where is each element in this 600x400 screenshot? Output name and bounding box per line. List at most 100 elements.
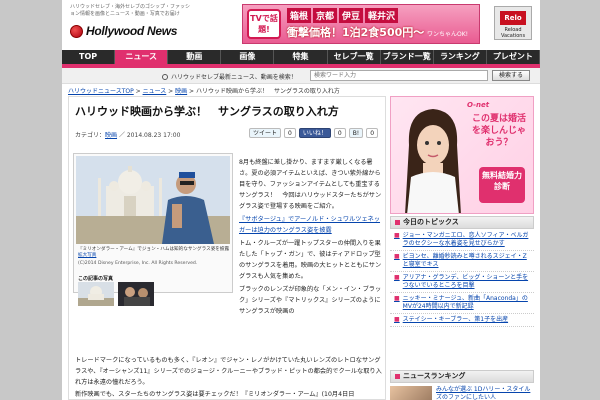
search-button[interactable]: 検索する <box>492 70 530 81</box>
ad-brand: O-net <box>467 101 490 109</box>
square-icon <box>395 373 400 379</box>
sidebar: O-net この夏は婚活を楽しんじゃおう？ 無料結婚力診断 今日のトピックス ■… <box>390 96 534 400</box>
bullet-icon: ■ <box>394 232 400 239</box>
bookmark-button[interactable]: B! <box>348 128 364 138</box>
ranking-item[interactable]: みんなが選ぶ 1Dハリー・スタイルズのファンにしたい人 <box>390 386 534 400</box>
article-body-column: 8月も終盤に差し掛かり、ますます厳しくなる暑さ。夏の必須アイテムといえば、きつい… <box>239 157 383 319</box>
nav-features[interactable]: 特集 <box>274 50 328 64</box>
logo-globe-icon <box>70 24 83 38</box>
nav-brands[interactable]: ブランド一覧 <box>381 50 434 64</box>
nav-celebs[interactable]: セレブ一覧 <box>328 50 381 64</box>
breadcrumb-top[interactable]: ハリウッドニュースTOP <box>68 88 134 95</box>
search-row: ハリウッドセレブ最新ニュース、動画を検索！ 検索する <box>62 68 540 84</box>
ranking-title-text: ニュースランキング <box>403 372 466 380</box>
breadcrumb: ハリウッドニュースTOP > ニュース > 映画 > ハリウッド映画から学ぶ！ … <box>68 86 340 95</box>
breadcrumb-sep: > <box>166 88 176 95</box>
topic-text: アリアナ・グランデ、ビッグ・ショーンと手をつないでいるところを目撃 <box>402 274 529 289</box>
article-paragraph: 新作映画でも、スターたちのサングラス姿は要チェックだ！『ミリオンダラー・アーム』… <box>75 391 355 398</box>
related-photo-thumb[interactable] <box>78 282 114 306</box>
breadcrumb-sep: > <box>187 88 196 95</box>
sidebar-ad[interactable]: O-net この夏は婚活を楽しんじゃおう？ 無料結婚力診断 <box>390 96 534 214</box>
article-panel: ハリウッド映画から学ぶ！ サングラスの取り入れ方 カテゴリ：映画 ／ 2014.… <box>68 96 386 400</box>
list-item[interactable]: ■ ジョー・マンガニエロ、恋人ソフィア・ベルガラのセクシーな水着姿を見せびらかす <box>390 230 534 251</box>
nav-present[interactable]: プレゼント <box>487 50 540 64</box>
breadcrumb-current: ハリウッド映画から学ぶ！ サングラスの取り入れ方 <box>195 88 340 95</box>
breadcrumb-news[interactable]: ニュース <box>143 88 167 95</box>
site-tagline: ハリウッドセレブ・海外セレブのゴシップ・ファッション情報を画像とニュース・動画・… <box>70 4 191 17</box>
article-paragraph: トム・クルーズが一躍トップスターの仲間入りを果たした「トップ・ガン」で、彼はティ… <box>239 240 382 280</box>
ad-model-image <box>405 109 461 213</box>
logo-text: Hollywood News <box>86 24 178 38</box>
breadcrumb-movie[interactable]: 映画 <box>175 88 187 95</box>
category-label: カテゴリ： <box>75 132 106 139</box>
ad-price: 衝撃価格！1泊2食500円〜 <box>287 26 425 39</box>
ad-copy: この夏は婚活を楽しんじゃおう？ <box>471 114 526 148</box>
photo-copyright: (C)2014 Disney Enterprise, Inc. All Righ… <box>78 261 198 266</box>
article-paragraph: ブラックのレンズが印象的な「メン・イン・ブラック」シリーズや『マトリックス』シリ… <box>239 286 382 315</box>
ad-badge: 無料結婚力診断 <box>479 167 525 203</box>
main-nav: TOP ニュース 動画 画像 特集 セレブ一覧 ブランド一覧 ランキング プレゼ… <box>62 50 540 64</box>
nav-ranking[interactable]: ランキング <box>434 50 487 64</box>
header-ad-banner[interactable]: TVで話題! 箱根 京都 伊豆 軽井沢 衝撃価格！1泊2食500円〜 ワンちゃん… <box>242 4 480 44</box>
ad-logo-sub: Reload Vacations <box>500 27 526 39</box>
ad-sub-text: ワンちゃんOK! <box>427 31 469 38</box>
like-button[interactable]: いいね！ <box>298 128 331 138</box>
search-icon <box>162 73 168 80</box>
taj-mahal-photo <box>76 156 230 244</box>
bookmark-count: 0 <box>366 128 379 138</box>
breadcrumb-sep: > <box>133 88 143 95</box>
photo-caption: 『ミリオンダラー・アーム』でジョン・ハムは知的なサングラス姿を披露 拡大写真 (… <box>78 247 230 267</box>
list-item[interactable]: ■ アリアナ・グランデ、ビッグ・ショーンと手をつないでいるところを目撃 <box>390 272 534 293</box>
related-photos-title: この記事の写真 <box>78 276 114 282</box>
article-photo-box: 『ミリオンダラー・アーム』でジョン・ハムは知的なサングラス姿を披露 拡大写真 (… <box>73 153 233 306</box>
article-title: ハリウッド映画から学ぶ！ サングラスの取り入れ方 <box>75 105 339 118</box>
article-highlight-link[interactable]: 『サボタージュ』でアーノルド・シュワルツェネッガーは迫力のサングラス姿を披露 <box>239 214 383 236</box>
topic-text: ビヨンセ、離婚秒読みと噂されるスジェイ・Zと寝室でキス <box>402 253 527 268</box>
ad-place: 伊豆 <box>339 8 364 23</box>
enlarge-photo-link[interactable]: 拡大写真 <box>78 253 96 258</box>
ad-brand-logo[interactable]: Relo Reload Vacations <box>494 6 532 40</box>
page: ハリウッドセレブ・海外セレブのゴシップ・ファッション情報を画像とニュース・動画・… <box>62 0 540 400</box>
ad-places: 箱根 京都 伊豆 軽井沢 <box>287 8 399 23</box>
site-logo[interactable]: Hollywood News <box>70 24 177 38</box>
nav-video[interactable]: 動画 <box>168 50 222 64</box>
ad-place: 箱根 <box>287 8 312 23</box>
share-buttons: ツイート 0 いいね！ 0 B! 0 <box>249 128 379 138</box>
article-paragraph: トレードマークになっているものも多く、『レオン』でジャン・レノがかけていた丸いレ… <box>75 357 382 386</box>
related-photo-thumb[interactable] <box>118 282 154 306</box>
ad-place: 軽井沢 <box>365 8 399 23</box>
search-input[interactable] <box>310 70 488 81</box>
bullet-icon: ■ <box>394 295 400 302</box>
article-paragraph: 8月も終盤に差し掛かり、ますます厳しくなる暑さ。夏の必須アイテムといえば、きつい… <box>239 159 382 210</box>
search-label-text: ハリウッドセレブ最新ニュース、動画を検索！ <box>171 74 297 81</box>
topic-text: ステイシー・キーブラー、第1子を出産 <box>402 316 509 323</box>
bullet-icon: ■ <box>394 316 400 323</box>
tweet-count: 0 <box>284 128 296 138</box>
ad-logo-mark: Relo <box>500 11 526 25</box>
search-label: ハリウッドセレブ最新ニュース、動画を検索！ <box>162 72 297 81</box>
category-link[interactable]: 映画 <box>105 132 117 139</box>
nav-news[interactable]: ニュース <box>115 50 169 64</box>
topic-text: ニッキー・ミナージュ、新曲「Anaconda」のMVが24時間以内で新記録 <box>402 295 528 310</box>
tweet-button[interactable]: ツイート <box>249 128 282 138</box>
article-photo[interactable] <box>76 156 230 244</box>
bullet-icon: ■ <box>394 253 400 260</box>
square-icon <box>395 219 400 225</box>
nav-top[interactable]: TOP <box>62 50 116 64</box>
ranking-text: みんなが選ぶ 1Dハリー・スタイルズのファンにしたい人 <box>436 386 531 400</box>
ad-tv-badge: TVで話題! <box>247 9 281 39</box>
ranking-thumb <box>390 386 432 400</box>
article-meta: カテゴリ：映画 ／ 2014.08.23 17:00 <box>75 130 180 139</box>
site-header: ハリウッドセレブ・海外セレブのゴシップ・ファッション情報を画像とニュース・動画・… <box>62 0 540 48</box>
list-item[interactable]: ■ ニッキー・ミナージュ、新曲「Anaconda」のMVが24時間以内で新記録 <box>390 293 534 314</box>
topic-text: ジョー・マンガニエロ、恋人ソフィア・ベルガラのセクシーな水着姿を見せびらかす <box>402 232 529 247</box>
photo-caption-text: 『ミリオンダラー・アーム』でジョン・ハムは知的なサングラス姿を披露 <box>78 247 230 252</box>
article-date: ／ 2014.08.23 17:00 <box>118 132 181 139</box>
list-item[interactable]: ■ ビヨンセ、離婚秒読みと噂されるスジェイ・Zと寝室でキス <box>390 251 534 272</box>
list-item[interactable]: ■ ステイシー・キーブラー、第1子を出産 <box>390 314 534 327</box>
like-count: 0 <box>333 128 346 138</box>
topics-list: ■ ジョー・マンガニエロ、恋人ソフィア・ベルガラのセクシーな水着姿を見せびらかす … <box>390 230 534 327</box>
topics-title: 今日のトピックス <box>390 216 534 229</box>
nav-images[interactable]: 画像 <box>221 50 275 64</box>
ranking-title: ニュースランキング <box>390 370 534 383</box>
